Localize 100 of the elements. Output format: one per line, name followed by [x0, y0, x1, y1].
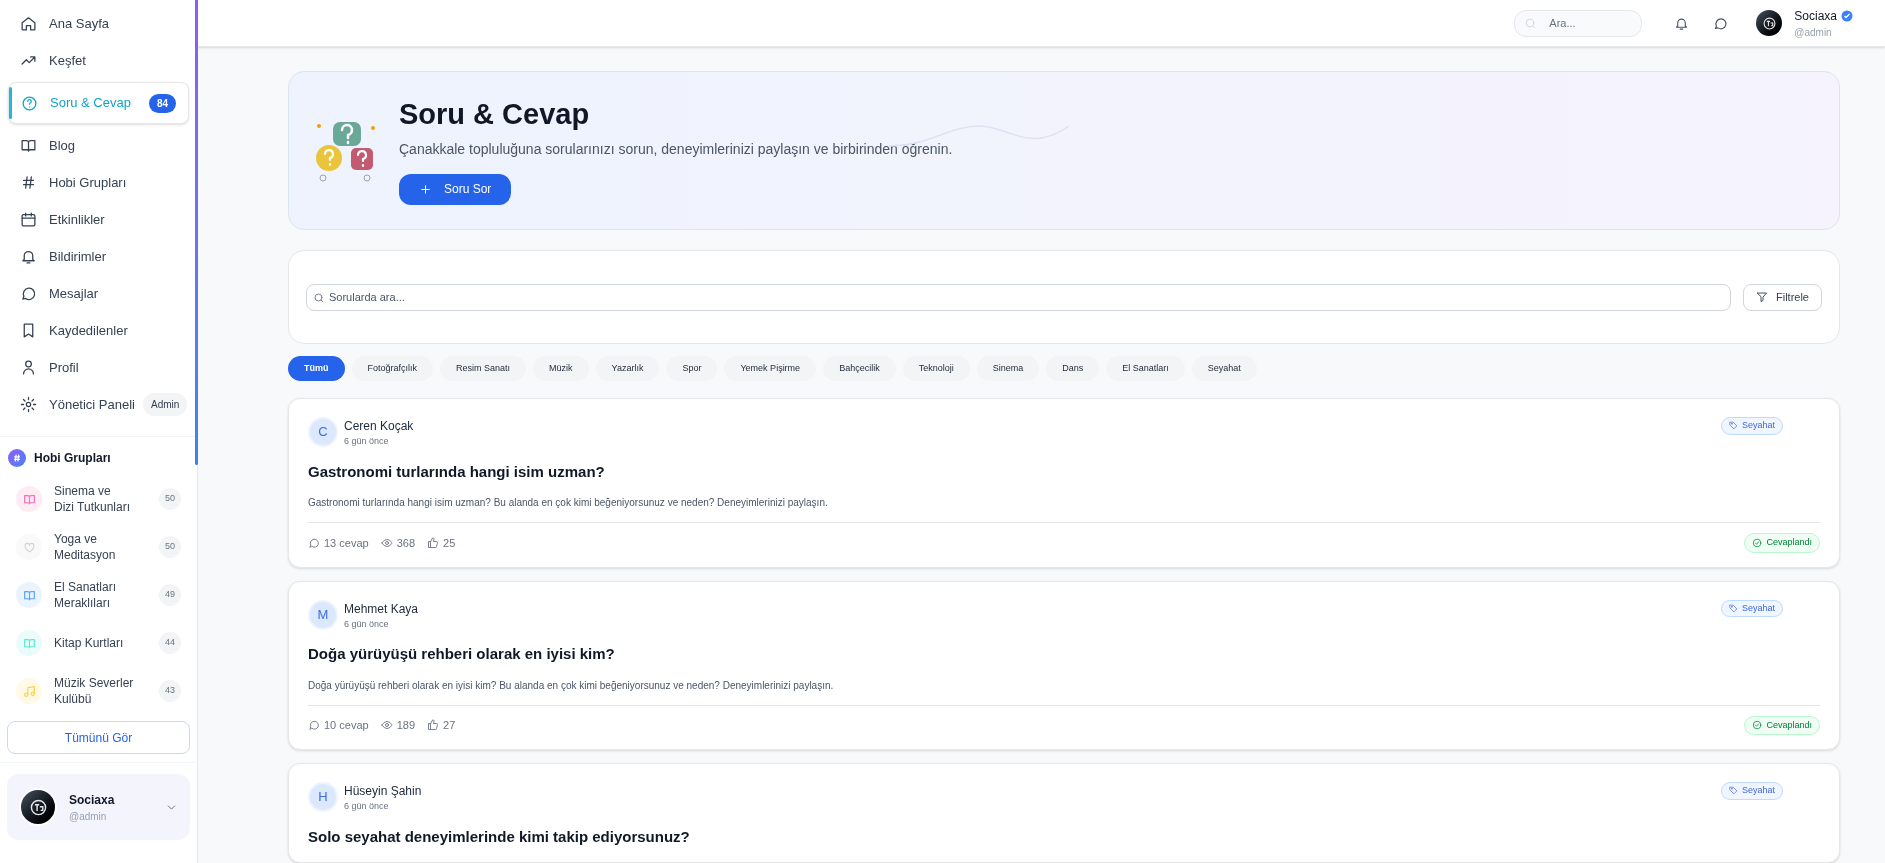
category-chip[interactable]: Bahçecilik: [823, 356, 896, 381]
question-body: Doğa yürüyüşü rehberi olarak en iyisi kim? Bu alanda en çok kimi beğeniyorsunuz ve neden? Deneyimlerinizi paylaşın.: [308, 678, 835, 693]
question-title: Gastronomi turlarında hangi isim uzman?: [308, 461, 606, 482]
category-tag: Seyahat: [1720, 782, 1783, 800]
user-name: Sociaxa: [1794, 7, 1837, 25]
question-card[interactable]: H Hüseyin Şahin 6 gün önce Seyahat Solo seyahat deneyimlerinde kimi takip ediyorsunuz?: [288, 763, 1840, 863]
check-circle-icon: [1752, 720, 1763, 731]
category-chip[interactable]: Resim Sanatı: [440, 356, 527, 381]
question-title: Doğa yürüyüşü rehberi olarak en iyisi kim?: [308, 644, 616, 664]
category-tag: Seyahat: [1720, 417, 1783, 435]
author-name: Mehmet Kaya: [344, 600, 419, 618]
like-count: 27: [427, 717, 456, 734]
member-count: 44: [159, 632, 181, 654]
check-circle-icon: [1752, 537, 1763, 548]
category-chip[interactable]: Yazarlık: [595, 356, 660, 381]
nav-item[interactable]: Soru & Cevap 84: [8, 82, 189, 124]
search-icon: [313, 291, 325, 304]
question-body: Gastronomi turlarında hangi isim uzman? Bu alanda en çok kimi beğeniyorsunuz ve neden? Deneyimlerinizi paylaşın.: [308, 496, 829, 510]
notifications-button[interactable]: [1674, 15, 1690, 31]
category-chip[interactable]: Tümü: [288, 356, 345, 381]
settings-icon: [20, 396, 37, 413]
author-name: Ceren Koçak: [344, 418, 414, 435]
search-field[interactable]: Ara...: [1514, 9, 1643, 37]
bell-icon: [20, 248, 37, 265]
user-icon: [20, 359, 37, 376]
bell-icon: [1674, 15, 1690, 31]
role-badge: Admin: [143, 393, 188, 416]
category-chip[interactable]: Dans: [1046, 356, 1100, 381]
member-count: 50: [159, 488, 181, 510]
question-icon: [21, 94, 38, 112]
group-item[interactable]: El Sanatları Meraklıları 49: [16, 571, 181, 619]
calendar-icon: [20, 211, 37, 228]
tag-icon: [1728, 421, 1738, 431]
category-chip[interactable]: Spor: [666, 356, 718, 381]
member-count: 50: [159, 536, 181, 558]
group-item[interactable]: Yoga ve Meditasyon 50: [16, 523, 181, 571]
filter-button[interactable]: Filtrele: [1743, 283, 1822, 311]
hash-icon: [20, 174, 37, 191]
answer-count: 10 cevap: [308, 717, 369, 734]
nav-item[interactable]: Yönetici Paneli Admin: [8, 387, 189, 422]
user-card[interactable]: Sociaxa @admin: [7, 774, 190, 840]
search-icon: [1524, 16, 1538, 30]
user-handle: @admin: [1794, 25, 1833, 40]
ask-question-button[interactable]: Soru Sor: [399, 173, 512, 205]
post-time: 6 gün önce: [344, 435, 390, 448]
post-time: 6 gün önce: [344, 800, 390, 813]
group-item[interactable]: Müzik Severler Kulübü 43: [16, 667, 181, 715]
nav-item[interactable]: Bildirimler: [8, 239, 189, 274]
tag-icon: [1728, 786, 1738, 796]
avatar: C: [308, 417, 338, 447]
nav-item[interactable]: Blog: [8, 128, 189, 163]
category-chip[interactable]: Müzik: [533, 356, 589, 381]
user-name: Sociaxa: [69, 791, 115, 809]
tag-icon: [1728, 603, 1738, 613]
chat-bubble-icon: [20, 285, 37, 302]
logo-avatar: [1756, 10, 1783, 36]
category-chip[interactable]: Sinema: [976, 356, 1040, 381]
nav-item[interactable]: Hobi Grupları: [8, 165, 189, 200]
count-badge: 84: [148, 93, 176, 113]
member-count: 43: [159, 680, 181, 702]
logo-avatar: [19, 788, 57, 826]
messages-button[interactable]: [1713, 15, 1729, 31]
like-count: 25: [427, 534, 456, 551]
category-tag: Seyahat: [1720, 599, 1783, 617]
group-item[interactable]: Sinema ve Dizi Tutkunları 50: [16, 475, 181, 523]
comment-icon: [308, 719, 320, 732]
plus-icon: [419, 182, 432, 196]
nav-item[interactable]: Ana Sayfa: [8, 6, 189, 41]
filter-icon: [1756, 291, 1768, 303]
avatar: H: [308, 782, 338, 812]
hash-icon: [8, 449, 26, 467]
question-title: Solo seyahat deneyimlerinde kimi takip ediyorsunuz?: [308, 826, 691, 847]
comment-icon: [308, 536, 320, 549]
category-chip[interactable]: Teknoloji: [902, 356, 970, 381]
eye-icon: [380, 719, 393, 732]
eye-icon: [380, 536, 393, 549]
member-count: 49: [159, 584, 181, 606]
search-field[interactable]: Sorularda ara...: [306, 283, 1731, 311]
nav-item[interactable]: Keşfet: [8, 43, 189, 78]
answer-count: 13 cevap: [308, 534, 369, 551]
page-title: Soru & Cevap: [399, 97, 590, 133]
page-subtitle: Çanakkale topluluğuna sorularınızı sorun, deneyimlerinizi paylaşın ve birbirinden öğrenin.: [399, 139, 953, 159]
category-chip[interactable]: El Sanatları: [1106, 356, 1185, 381]
group-item[interactable]: Kitap Kurtları 44: [16, 619, 181, 667]
view-count: 368: [380, 534, 415, 551]
nav-item[interactable]: Kaydedilenler: [8, 313, 189, 348]
category-chip[interactable]: Fotoğrafçılık: [351, 356, 434, 381]
nav-item[interactable]: Profil: [8, 350, 189, 385]
category-chip[interactable]: Seyahat: [1191, 356, 1257, 381]
home-icon: [20, 15, 37, 32]
category-chip[interactable]: Yemek Pişirme: [724, 356, 817, 381]
view-count: 189: [380, 717, 415, 734]
nav-item[interactable]: Etkinlikler: [8, 202, 189, 237]
author-name: Hüseyin Şahin: [344, 783, 422, 800]
chat-bubble-icon: [1713, 15, 1729, 31]
user-handle: @admin: [69, 809, 108, 824]
nav-item[interactable]: Mesajlar: [8, 276, 189, 311]
book-icon: [20, 137, 37, 154]
see-all-button[interactable]: Tümünü Gör: [7, 721, 190, 754]
thumb-icon: [427, 719, 439, 732]
